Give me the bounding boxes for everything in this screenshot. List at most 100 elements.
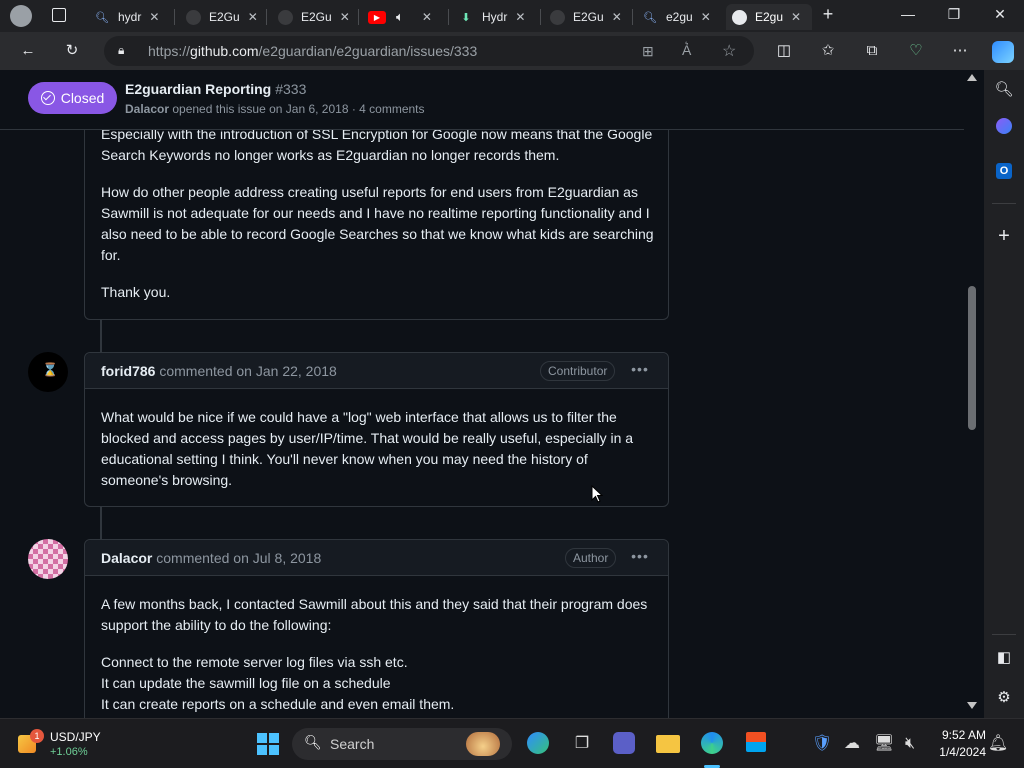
close-icon[interactable]: ✕: [149, 10, 159, 24]
close-icon[interactable]: ✕: [701, 10, 711, 24]
weather-widget[interactable]: 1 USD/JPY +1.06%: [14, 727, 114, 761]
tab-5[interactable]: ⬇ Hydr ✕: [452, 4, 540, 30]
issue-author[interactable]: Dalacor: [125, 102, 169, 116]
more-menu-icon[interactable]: ⋯: [950, 41, 970, 61]
edge-browser-icon[interactable]: [700, 732, 724, 756]
mouse-cursor-icon: [591, 485, 603, 503]
back-icon[interactable]: ←: [18, 41, 38, 61]
search-icon: 🔍︎: [304, 734, 322, 750]
tab-8-active[interactable]: E2gu ✕: [726, 4, 812, 30]
notification-badge: 1: [30, 729, 44, 743]
new-tab-icon[interactable]: +: [818, 4, 838, 25]
profile-avatar[interactable]: [10, 5, 32, 27]
close-icon[interactable]: ✕: [515, 10, 525, 24]
tab-divider: [358, 9, 359, 25]
browser-tab-strip: 🔍︎ hydr ✕ E2Gu ✕ E2Gu ✕ ▶ 🔈︎ ✕ ⬇ Hydr ✕ …: [0, 0, 1024, 32]
favorite-star-icon[interactable]: ☆: [722, 41, 736, 61]
sidebar-toggle-icon[interactable]: ◧: [992, 646, 1016, 670]
avatar-dalacor[interactable]: [28, 539, 68, 579]
tab-divider: [266, 9, 267, 25]
copilot-icon[interactable]: [992, 41, 1014, 63]
tab-3[interactable]: E2Gu ✕: [270, 4, 358, 30]
comment-options-icon[interactable]: •••: [629, 548, 651, 564]
tab-6[interactable]: E2Gu ✕: [544, 4, 632, 30]
scroll-up-arrow-icon[interactable]: [967, 74, 977, 81]
url-text[interactable]: https://github.com/e2guardian/e2guardian…: [148, 43, 477, 59]
download-icon: ⬇: [461, 11, 471, 24]
contributor-badge: Contributor: [540, 361, 616, 381]
github-issue-page[interactable]: Especially with the introduction of SSL …: [0, 70, 964, 718]
issue-body-paragraph-3: Thank you.: [101, 284, 171, 300]
issue-number: #333: [275, 81, 307, 97]
comment-author[interactable]: Dalacor: [101, 550, 152, 566]
clock[interactable]: 9:52 AM 1/4/2024: [926, 728, 986, 759]
comment-meta[interactable]: commented on Jan 22, 2018: [159, 363, 336, 379]
avatar-glyph-icon: ⌛: [42, 362, 59, 377]
teams-icon[interactable]: [612, 732, 636, 756]
comment-author[interactable]: forid786: [101, 363, 155, 379]
split-screen-icon[interactable]: ◫: [774, 41, 794, 61]
comment-meta[interactable]: commented on Jul 8, 2018: [156, 550, 321, 566]
tab-divider: [540, 9, 541, 25]
refresh-icon[interactable]: ↻: [62, 41, 82, 61]
clock-time: 9:52 AM: [941, 728, 986, 742]
favorites-icon[interactable]: ✩: [818, 41, 838, 61]
lock-icon[interactable]: 🔒︎: [118, 43, 130, 58]
store-icon[interactable]: [744, 732, 768, 756]
close-icon[interactable]: ✕: [248, 10, 258, 24]
github-icon: [278, 9, 293, 25]
edge-preview-icon[interactable]: [526, 732, 550, 756]
url-host: github.com: [190, 43, 259, 59]
performance-icon[interactable]: ♡: [906, 41, 926, 61]
address-bar[interactable]: 🔒︎ https://github.com/e2guardian/e2guard…: [104, 36, 754, 66]
search-highlight-icon: [466, 732, 500, 756]
issue-title-text: E2guardian Reporting: [125, 81, 272, 97]
scroll-down-arrow-icon[interactable]: [967, 702, 977, 709]
tab-4[interactable]: ▶ 🔈︎ ✕: [362, 4, 444, 30]
page-scrollbar[interactable]: [964, 70, 980, 718]
read-aloud-icon[interactable]: A͛: [682, 42, 691, 58]
tab-7[interactable]: 🔍︎ e2gu ✕: [636, 4, 724, 30]
close-icon[interactable]: ✕: [791, 10, 801, 24]
tab-divider: [448, 9, 449, 25]
add-icon[interactable]: +: [992, 224, 1016, 248]
issue-title[interactable]: E2guardian Reporting #333: [125, 81, 306, 97]
window-close-icon[interactable]: ✕: [990, 6, 1010, 23]
tab-label: E2Gu: [573, 10, 604, 24]
comment-author-line: forid786 commented on Jan 22, 2018: [101, 363, 337, 379]
close-icon[interactable]: ✕: [612, 10, 622, 24]
network-icon[interactable]: 🖥︎: [872, 732, 896, 756]
security-shield-icon[interactable]: 🛡︎: [810, 732, 834, 756]
onedrive-icon[interactable]: ☁︎: [840, 732, 864, 756]
speaker-icon[interactable]: 🔈︎: [396, 9, 404, 25]
issue-meta-text: opened this issue on Jan 6, 2018 · 4 com…: [169, 102, 425, 116]
app-available-icon[interactable]: ⊞: [642, 43, 654, 60]
github-icon: [186, 9, 201, 25]
close-icon[interactable]: ✕: [422, 10, 432, 24]
restore-icon[interactable]: ❐: [944, 6, 964, 23]
volume-muted-icon[interactable]: 🔇︎: [898, 732, 922, 756]
close-icon[interactable]: ✕: [340, 10, 350, 24]
tab-actions-icon[interactable]: [52, 8, 66, 22]
minimize-icon[interactable]: —: [898, 6, 918, 22]
github-icon: [732, 9, 747, 25]
scroll-thumb[interactable]: [968, 286, 976, 430]
notifications-bell-icon[interactable]: 🔔︎: [986, 732, 1010, 756]
avatar-forid786[interactable]: ⌛: [28, 352, 68, 392]
tab-label: hydr: [118, 10, 142, 24]
taskbar-search[interactable]: 🔍︎ Search: [292, 728, 512, 760]
task-view-icon[interactable]: ❐: [570, 732, 594, 756]
settings-gear-icon[interactable]: ⚙︎: [992, 686, 1016, 710]
tab-2[interactable]: E2Gu ✕: [178, 4, 266, 30]
file-explorer-icon[interactable]: [656, 732, 680, 756]
search-icon[interactable]: 🔍︎: [992, 78, 1016, 102]
url-prefix: https://: [148, 43, 191, 59]
tab-1[interactable]: 🔍︎ hydr ✕: [84, 4, 172, 30]
timeline-line: [100, 320, 102, 352]
shopping-icon[interactable]: [992, 118, 1016, 142]
comment-options-icon[interactable]: •••: [629, 361, 651, 377]
start-windows-icon[interactable]: [257, 733, 279, 755]
outlook-icon[interactable]: O: [992, 158, 1016, 182]
comment-paragraph: What would be nice if we could have a "l…: [101, 409, 634, 488]
collections-icon[interactable]: ⧉: [862, 41, 882, 61]
